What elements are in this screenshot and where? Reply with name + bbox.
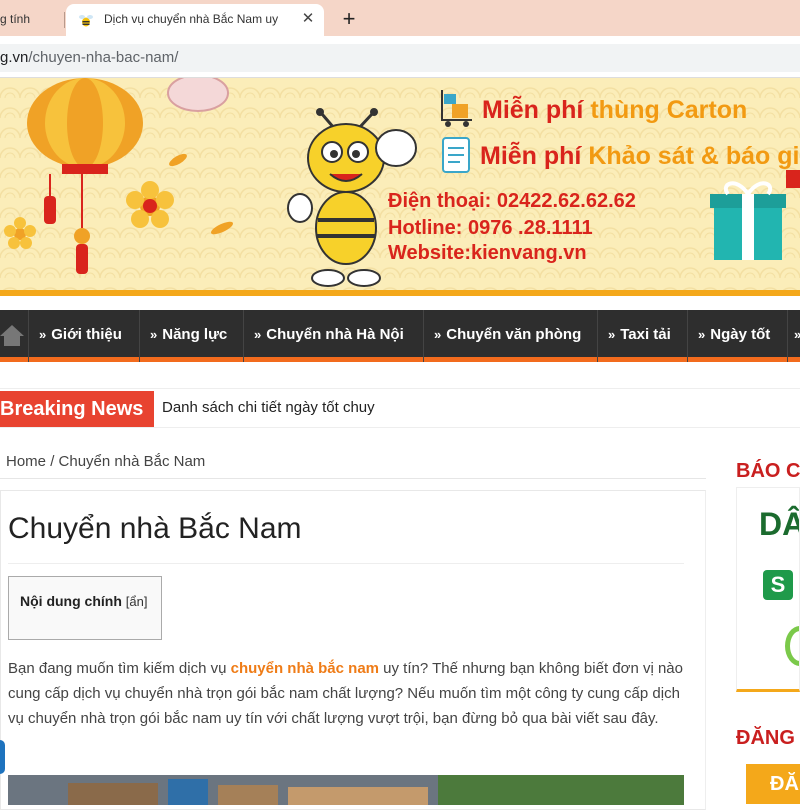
promo-free-carton: Miễn phí thùng Carton [482,96,747,125]
address-bar: g.vn/chuyen-nha-bac-nam/ [0,36,800,78]
toc-toggle-link[interactable]: [ẩn] [126,594,148,609]
arrow-icon: » [150,327,158,342]
arrow-icon: » [39,327,47,342]
gift-box-icon [710,170,800,260]
press-logo[interactable]: DÂ [759,506,799,543]
press-logo[interactable]: S [763,570,793,600]
arrow-icon: » [434,327,442,342]
floating-contact-tab[interactable] [0,740,5,774]
nav-item-label: Taxi tải [620,326,671,343]
promo-highlight: thùng Carton [590,96,748,124]
breadcrumb-separator: / [50,453,55,470]
breadcrumb-home-link[interactable]: Home [6,453,46,470]
divider [8,563,684,564]
toc-title: Nội dung chính [20,593,122,609]
breadcrumb: Home / Chuyển nhà Bắc Nam [6,453,205,470]
arrow-icon: » [254,327,262,342]
breaking-news-bar: Breaking News Danh sách chi tiết ngày tố… [0,388,800,428]
main-nav: » Giới thiệu » Năng lực » Chuyển nhà Hà Nội… [0,310,800,362]
nav-item-label: Chuyển văn phòng [446,326,582,343]
breaking-news-label: Breaking News [0,391,154,427]
nav-item-label: Ngày tốt [710,326,771,343]
url-path: /chuyen-nha-bac-nam/ [28,49,179,66]
tab-divider [64,12,65,28]
cart-boxes-icon [441,90,472,127]
url-field[interactable]: g.vn/chuyen-nha-bac-nam/ [0,44,800,72]
table-of-contents: Nội dung chính [ẩn] [8,576,162,640]
promo-prefix: Miễn phí [482,96,584,124]
url-host: g.vn [0,49,29,66]
close-tab-icon[interactable]: ✕ [298,9,318,29]
banner-phone: Điện thoại: 02422.62.62.62 [388,190,636,212]
article-hero-image [8,775,684,805]
page-title: Chuyển nhà Bắc Nam [8,512,302,545]
register-button[interactable]: ĐĂ [746,764,800,804]
tab-title: g tính [0,12,31,26]
browser-tabstrip: g tính Dịch vụ chuyển nhà Bắc Nam uy ✕ + [0,0,800,36]
intro-text: Bạn đang muốn tìm kiếm dịch vụ [8,660,227,677]
banner-website: Website:kienvang.vn [388,242,587,264]
browser-tab-active[interactable]: Dịch vụ chuyển nhà Bắc Nam uy ✕ [66,4,324,36]
article-intro: Bạn đang muốn tìm kiếm dịch vụ chuyển nh… [8,656,690,731]
toc-header: Nội dung chính [ẩn] [20,593,147,609]
sidebar-heading-register: ĐĂNG [736,727,795,749]
promo-highlight: Khảo sát & báo giá [588,142,800,170]
divider [0,478,706,479]
browser-tab-previous[interactable]: g tính [0,6,64,36]
checklist-icon [442,137,470,173]
arrow-icon: » [608,327,616,342]
arrow-icon: » [794,327,800,342]
nav-item-ngay-tot[interactable]: » Ngày tốt [687,310,787,362]
new-tab-button[interactable]: + [336,6,362,32]
sidebar-heading-press: BÁO C [736,460,800,482]
press-logo-icon[interactable] [785,626,799,666]
promo-free-survey: Miễn phí Khảo sát & báo giá [480,142,800,171]
banner-hotline: Hotline: 0976 .28.1111 [388,217,593,239]
nav-item-nang-luc[interactable]: » Năng lực [139,310,242,362]
nav-item-label: Năng lực [162,326,228,343]
nav-item-taxi-tai[interactable]: » Taxi tải [597,310,686,362]
breadcrumb-current: Chuyển nhà Bắc Nam [58,453,206,470]
nav-item-label: Chuyển nhà Hà Nội [266,326,404,343]
nav-item-chuyen-nha-ha-noi[interactable]: » Chuyển nhà Hà Nội [243,310,422,362]
keyword-link[interactable]: chuyển nhà bắc nam [231,660,379,677]
lantern-decoration-icon [4,78,234,274]
sidebar-press-box: DÂ S [736,487,800,692]
arrow-icon: » [698,327,706,342]
promo-prefix: Miễn phí [480,142,582,170]
nav-item-label: Giới thiệu [51,326,122,343]
home-icon[interactable] [0,310,26,362]
nav-item-chuyen-van-phong[interactable]: » Chuyển văn phòng [423,310,596,362]
nav-item-gioi-thieu[interactable]: » Giới thiệu [28,310,138,362]
site-banner[interactable]: Miễn phí thùng Carton Miễn phí Khảo sát … [0,78,800,296]
breaking-news-ticker[interactable]: Danh sách chi tiết ngày tốt chuy [162,399,375,416]
nav-item-more[interactable]: » [787,310,800,362]
tab-title: Dịch vụ chuyển nhà Bắc Nam uy [104,12,279,26]
bee-favicon-icon [79,15,93,27]
